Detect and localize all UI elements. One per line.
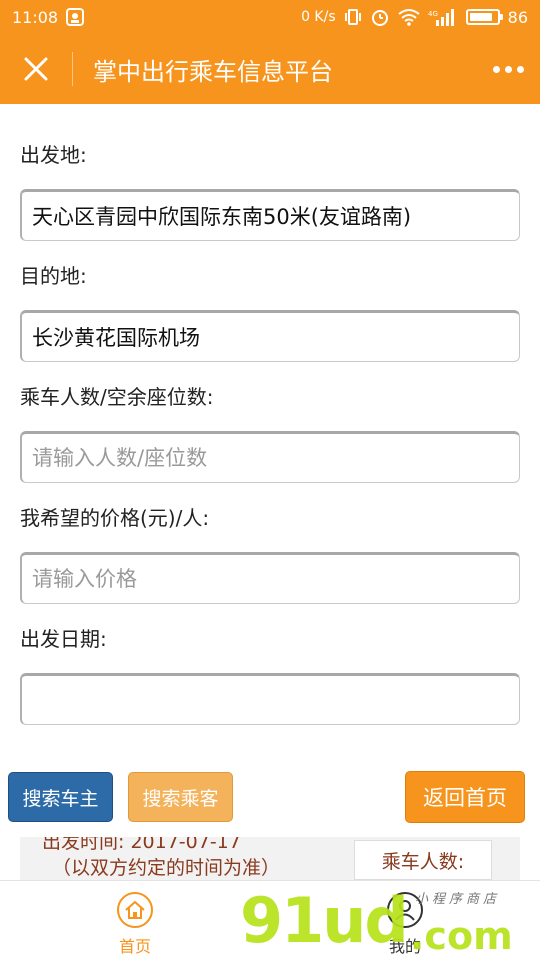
status-bar: 11:08 0 K/s 4G 86 (0, 0, 540, 34)
search-driver-button[interactable]: 搜索车主 (8, 772, 113, 822)
status-time: 11:08 (12, 7, 59, 27)
battery-icon (465, 9, 503, 25)
user-icon (387, 892, 423, 928)
departure-input[interactable] (20, 189, 520, 241)
price-label: 我希望的价格(元)/人: (20, 506, 210, 530)
result-seats-label: 乘车人数: (354, 840, 492, 880)
more-button[interactable] (476, 34, 540, 104)
close-button[interactable] (0, 34, 72, 104)
close-icon (24, 57, 48, 81)
passengers-label: 乘车人数/空余座位数: (20, 385, 214, 409)
network-type-label: 4G (428, 10, 438, 18)
action-buttons: 搜索车主 搜索乘客 返回首页 (0, 771, 540, 824)
more-icon-dot (516, 65, 524, 73)
nav-bar: 掌中出行乘车信息平台 (0, 34, 540, 104)
alarm-icon (371, 10, 388, 26)
network-speed: 0 K/s (301, 9, 336, 25)
back-home-button[interactable]: 返回首页 (405, 771, 525, 823)
tab-mine[interactable]: 我的 (345, 881, 465, 961)
departure-label: 出发地: (20, 143, 87, 167)
signal-icon: 4G (428, 9, 454, 26)
home-icon (117, 892, 153, 928)
date-input[interactable] (20, 673, 520, 725)
passengers-input[interactable] (20, 431, 520, 483)
search-passenger-button[interactable]: 搜索乘客 (128, 772, 233, 822)
result-departure-time: 出发时间: 2017-07-17 (42, 837, 241, 853)
more-icon (492, 65, 500, 73)
tab-bar: 首页 我的 (0, 880, 540, 960)
result-note: （以双方约定的时间为准） (52, 857, 281, 879)
destination-input[interactable] (20, 310, 520, 362)
vibrate-icon (344, 9, 361, 25)
date-label: 出发日期: (20, 627, 107, 651)
tab-home-label: 首页 (118, 937, 151, 956)
wifi-icon (398, 9, 420, 26)
tab-mine-label: 我的 (388, 937, 421, 956)
battery-level (469, 13, 492, 21)
notification-icon (66, 8, 85, 26)
nav-divider (72, 52, 73, 86)
page-title: 掌中出行乘车信息平台 (93, 57, 333, 86)
battery-percent: 86 (507, 7, 528, 27)
more-icon-dot (504, 65, 512, 73)
destination-label: 目的地: (20, 264, 87, 288)
tab-home[interactable]: 首页 (75, 881, 195, 961)
result-card[interactable]: 出发时间: 2017-07-17 （以双方约定的时间为准） 乘车人数: (20, 837, 520, 882)
price-input[interactable] (20, 552, 520, 604)
trip-form: 出发地: 目的地: 乘车人数/空余座位数: 我希望的价格(元)/人: 出发日期: (0, 104, 540, 725)
